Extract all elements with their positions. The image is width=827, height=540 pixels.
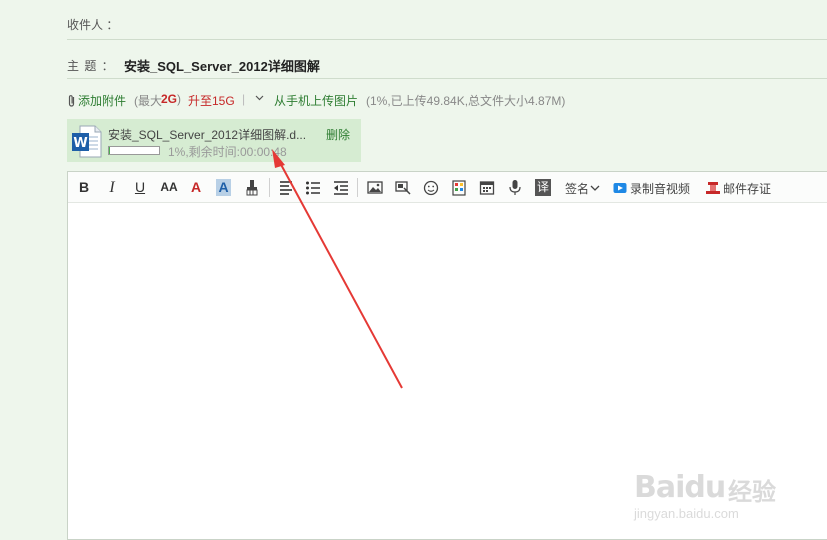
subject-label: 主 题 ： [67, 59, 115, 73]
mail-save-icon[interactable] [705, 179, 721, 196]
italic-button[interactable]: I [105, 179, 119, 196]
paperclip-icon[interactable] [67, 92, 76, 111]
chevron-down-icon[interactable] [255, 92, 264, 107]
upgrade-link[interactable]: 升至15G [188, 92, 235, 109]
mail-save-button[interactable]: 邮件存证 [723, 180, 771, 197]
attachment-bar: 添加附件 (最大 2G ) 升至15G | 从手机上传图片 (1%,已上传49.… [67, 92, 827, 110]
baidu-watermark: Baidu 经验 jingyan.baidu.com [628, 450, 798, 525]
signature-chevron-down-icon[interactable] [590, 179, 600, 196]
file-name: 安装_SQL_Server_2012详细图解.d... [108, 128, 307, 142]
subject-input[interactable]: 安装_SQL_Server_2012详细图解 [124, 56, 320, 75]
screenshot-icon[interactable] [395, 179, 411, 196]
signature-dropdown[interactable]: 签名 [565, 180, 589, 197]
max-size-suffix: ) [177, 92, 181, 106]
background-color-button[interactable]: A [216, 179, 231, 196]
watermark-brand: Baidu [634, 470, 726, 505]
max-size-prefix: (最大 [134, 94, 162, 108]
add-attachment-link[interactable]: 添加附件 [78, 92, 126, 109]
format-brush-icon[interactable] [244, 179, 260, 196]
calendar-icon[interactable] [479, 179, 495, 196]
upload-progress-fill [109, 147, 110, 154]
bullet-list-icon[interactable] [305, 179, 321, 196]
divider: | [242, 92, 246, 106]
font-color-button[interactable]: A [189, 179, 203, 196]
align-icon[interactable] [278, 179, 294, 196]
watermark-cn: 经验 [728, 479, 776, 506]
font-size-button[interactable]: AA [160, 179, 178, 196]
recipients-label: 收件人 ： [67, 18, 119, 32]
video-record-icon[interactable] [613, 179, 627, 196]
subject-row[interactable]: 主 题 ： 安装_SQL_Server_2012详细图解 [67, 40, 827, 79]
bold-button[interactable]: B [77, 179, 91, 196]
microphone-icon[interactable] [507, 179, 523, 196]
editor-toolbar: B I U AA A A 译 签名 录制音视频 邮件存证 [68, 172, 827, 203]
watermark-url: jingyan.baidu.com [634, 506, 739, 521]
record-video-button[interactable]: 录制音视频 [630, 180, 690, 197]
recipients-row[interactable]: 收件人 ： [67, 0, 827, 40]
max-size-value: 2G [161, 92, 178, 106]
image-icon[interactable] [367, 179, 383, 196]
upload-progress-bar [108, 146, 160, 155]
delete-attachment-link[interactable]: 删除 [326, 126, 350, 143]
template-icon[interactable] [451, 179, 467, 196]
attached-file-card: W 安装_SQL_Server_2012详细图解.d... 删除 1%,剩余时间… [67, 119, 361, 162]
upload-status: (1%,已上传49.84K,总文件大小4.87M) [366, 94, 566, 108]
translate-button[interactable]: 译 [535, 179, 551, 196]
emoji-icon[interactable] [423, 179, 439, 196]
svg-text:W: W [73, 136, 87, 151]
word-doc-icon: W [72, 125, 102, 158]
indent-icon[interactable] [333, 179, 349, 196]
underline-button[interactable]: U [133, 179, 147, 196]
mobile-upload-link[interactable]: 从手机上传图片 [274, 92, 358, 109]
upload-progress-text: 1%,剩余时间:00:00:48 [168, 145, 287, 159]
